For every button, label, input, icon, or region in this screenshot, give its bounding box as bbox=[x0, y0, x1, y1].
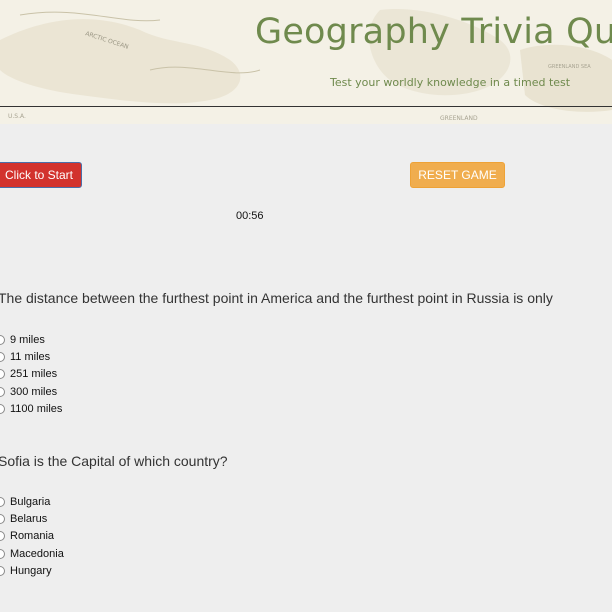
radio-button[interactable] bbox=[0, 369, 5, 380]
question-2-text: Sofia is the Capital of which country? bbox=[0, 453, 228, 469]
option-label: 300 miles bbox=[10, 385, 58, 398]
option-label: 1100 miles bbox=[10, 402, 63, 415]
option-label: Macedonia bbox=[10, 547, 64, 560]
page-title: Geography Trivia Quiz bbox=[255, 12, 612, 52]
start-button[interactable]: Click to Start bbox=[0, 162, 82, 188]
option-label: 9 miles bbox=[10, 333, 45, 346]
radio-button[interactable] bbox=[0, 334, 5, 345]
header-divider bbox=[0, 106, 612, 107]
option-label: Romania bbox=[10, 530, 55, 543]
radio-button[interactable] bbox=[0, 496, 5, 507]
question-1-options: 9 miles 11 miles 251 miles 300 miles 110… bbox=[0, 331, 62, 417]
question-2-option[interactable]: Romania bbox=[0, 528, 64, 545]
header-banner: ARCTIC OCEAN GREENLAND U.S.A. GREENLAND … bbox=[0, 0, 612, 124]
reset-game-button[interactable]: RESET GAME bbox=[410, 162, 505, 188]
question-1-option[interactable]: 1100 miles bbox=[0, 400, 62, 417]
radio-button[interactable] bbox=[0, 386, 5, 397]
option-label: 251 miles bbox=[10, 368, 58, 381]
countdown-timer: 00:56 bbox=[236, 210, 264, 222]
map-label-greenland-sea: GREENLAND SEA bbox=[548, 64, 591, 70]
page-subtitle: Test your worldly knowledge in a timed t… bbox=[330, 76, 571, 89]
radio-button[interactable] bbox=[0, 531, 5, 542]
radio-button[interactable] bbox=[0, 351, 5, 362]
question-2-option[interactable]: Macedonia bbox=[0, 545, 64, 562]
radio-button[interactable] bbox=[0, 565, 5, 576]
map-label-usa: U.S.A. bbox=[8, 113, 26, 120]
radio-button[interactable] bbox=[0, 548, 5, 559]
question-1-text: The distance between the furthest point … bbox=[0, 290, 553, 306]
map-label-greenland: GREENLAND bbox=[440, 115, 478, 122]
question-2-option[interactable]: Hungary bbox=[0, 562, 64, 579]
option-label: Belarus bbox=[10, 512, 48, 525]
question-2-option[interactable]: Belarus bbox=[0, 510, 64, 527]
option-label: Bulgaria bbox=[10, 495, 51, 508]
question-1-option[interactable]: 251 miles bbox=[0, 366, 62, 383]
option-label: Hungary bbox=[10, 564, 52, 577]
question-2-option[interactable]: Bulgaria bbox=[0, 493, 64, 510]
quiz-page: ARCTIC OCEAN GREENLAND U.S.A. GREENLAND … bbox=[0, 0, 612, 612]
question-2-options: Bulgaria Belarus Romania Macedonia Hunga… bbox=[0, 493, 64, 579]
question-1-option[interactable]: 11 miles bbox=[0, 348, 62, 365]
radio-button[interactable] bbox=[0, 513, 5, 524]
radio-button[interactable] bbox=[0, 403, 5, 414]
question-1-option[interactable]: 9 miles bbox=[0, 331, 62, 348]
question-1-option[interactable]: 300 miles bbox=[0, 383, 62, 400]
option-label: 11 miles bbox=[10, 350, 51, 363]
